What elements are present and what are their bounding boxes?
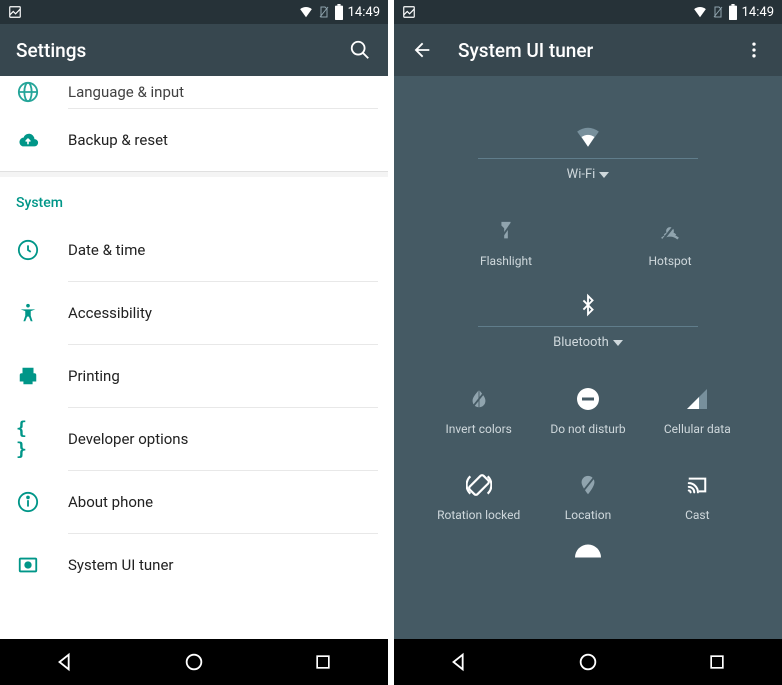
hotspot-icon bbox=[657, 218, 683, 244]
tile-label: Bluetooth bbox=[553, 335, 609, 350]
settings-app-bar: Settings bbox=[0, 24, 388, 76]
page-title: System UI tuner bbox=[458, 39, 718, 62]
battery-icon bbox=[728, 4, 738, 20]
tile-location[interactable]: Location bbox=[538, 460, 638, 534]
no-sim-icon bbox=[712, 5, 724, 19]
recents-button[interactable] bbox=[703, 648, 731, 676]
settings-row-date-time[interactable]: Date & time bbox=[0, 219, 388, 281]
dropdown-icon bbox=[613, 339, 623, 347]
status-time: 14:49 bbox=[742, 5, 774, 20]
status-bar: 14:49 bbox=[394, 0, 782, 24]
back-arrow-button[interactable] bbox=[410, 38, 434, 62]
home-button[interactable] bbox=[574, 648, 602, 676]
row-label: Backup & reset bbox=[68, 131, 168, 149]
no-sim-icon bbox=[318, 5, 330, 19]
accessibility-icon bbox=[16, 301, 40, 325]
settings-row-about[interactable]: About phone bbox=[0, 471, 388, 533]
tile-label: Wi-Fi bbox=[567, 167, 596, 182]
tile-label: Location bbox=[565, 508, 611, 522]
tile-label: Cellular data bbox=[664, 422, 731, 436]
print-icon bbox=[16, 364, 40, 388]
tile-cellular-data[interactable]: Cellular data bbox=[647, 374, 747, 448]
location-icon bbox=[575, 472, 601, 498]
dnd-icon bbox=[575, 386, 601, 412]
notification-icon bbox=[402, 5, 416, 19]
status-time: 14:49 bbox=[348, 5, 380, 20]
quick-settings-editor[interactable]: Wi-Fi Flashlight Hotspot bbox=[394, 76, 782, 639]
home-button[interactable] bbox=[180, 648, 208, 676]
tuner-app-bar: System UI tuner bbox=[394, 24, 782, 76]
info-icon bbox=[16, 490, 40, 514]
tile-label: Hotspot bbox=[648, 254, 691, 268]
row-label: Date & time bbox=[68, 241, 145, 259]
settings-row-developer[interactable]: { } Developer options bbox=[0, 408, 388, 470]
row-label: Language & input bbox=[68, 83, 184, 101]
battery-icon bbox=[334, 4, 344, 20]
row-label: About phone bbox=[68, 493, 153, 511]
navigation-bar bbox=[394, 639, 782, 685]
invert-icon bbox=[466, 386, 492, 412]
rotation-icon bbox=[466, 472, 492, 498]
row-label: Printing bbox=[68, 367, 120, 385]
status-bar: 14:49 bbox=[0, 0, 388, 24]
tile-hotspot[interactable]: Hotspot bbox=[620, 206, 720, 280]
settings-row-language[interactable]: Language & input bbox=[0, 76, 388, 108]
tile-partial-bottom[interactable] bbox=[575, 544, 601, 558]
tile-label: Flashlight bbox=[480, 254, 532, 268]
row-label: System UI tuner bbox=[68, 556, 174, 574]
settings-row-accessibility[interactable]: Accessibility bbox=[0, 282, 388, 344]
settings-screen: 14:49 Settings Language & input Backup &… bbox=[0, 0, 388, 685]
wifi-icon bbox=[692, 5, 708, 19]
tile-do-not-disturb[interactable]: Do not disturb bbox=[538, 374, 638, 448]
tile-rotation[interactable]: Rotation locked bbox=[429, 460, 529, 534]
settings-list[interactable]: Language & input Backup & reset System D… bbox=[0, 76, 388, 639]
notification-icon bbox=[8, 5, 22, 19]
cast-icon bbox=[684, 472, 710, 498]
search-button[interactable] bbox=[348, 38, 372, 62]
navigation-bar bbox=[0, 639, 388, 685]
back-button[interactable] bbox=[445, 648, 473, 676]
clock-icon bbox=[16, 238, 40, 262]
tile-wifi[interactable]: Wi-Fi bbox=[478, 106, 698, 200]
tuner-icon bbox=[16, 553, 40, 577]
bluetooth-icon bbox=[575, 292, 601, 318]
row-label: Developer options bbox=[68, 430, 188, 448]
tuner-screen: 14:49 System UI tuner Wi-Fi bbox=[394, 0, 782, 685]
settings-row-backup[interactable]: Backup & reset bbox=[0, 109, 388, 171]
tile-label: Do not disturb bbox=[550, 422, 625, 436]
signal-icon bbox=[684, 386, 710, 412]
tile-invert-colors[interactable]: Invert colors bbox=[429, 374, 529, 448]
tile-label: Cast bbox=[685, 508, 709, 522]
globe-icon bbox=[16, 80, 40, 104]
section-header-system: System bbox=[0, 181, 388, 219]
tile-bluetooth[interactable]: Bluetooth bbox=[478, 286, 698, 368]
dropdown-icon bbox=[599, 171, 609, 179]
settings-row-printing[interactable]: Printing bbox=[0, 345, 388, 407]
row-label: Accessibility bbox=[68, 304, 152, 322]
back-button[interactable] bbox=[51, 648, 79, 676]
flashlight-icon bbox=[493, 218, 519, 244]
wifi-icon bbox=[298, 5, 314, 19]
overflow-menu-button[interactable] bbox=[742, 38, 766, 62]
tile-label: Invert colors bbox=[445, 422, 511, 436]
settings-row-ui-tuner[interactable]: System UI tuner bbox=[0, 534, 388, 596]
tile-flashlight[interactable]: Flashlight bbox=[456, 206, 556, 280]
backup-icon bbox=[16, 128, 40, 152]
braces-icon: { } bbox=[16, 427, 40, 451]
page-title: Settings bbox=[16, 39, 324, 62]
recents-button[interactable] bbox=[309, 648, 337, 676]
tile-label: Rotation locked bbox=[437, 508, 520, 522]
wifi-icon bbox=[575, 124, 601, 150]
tile-cast[interactable]: Cast bbox=[647, 460, 747, 534]
